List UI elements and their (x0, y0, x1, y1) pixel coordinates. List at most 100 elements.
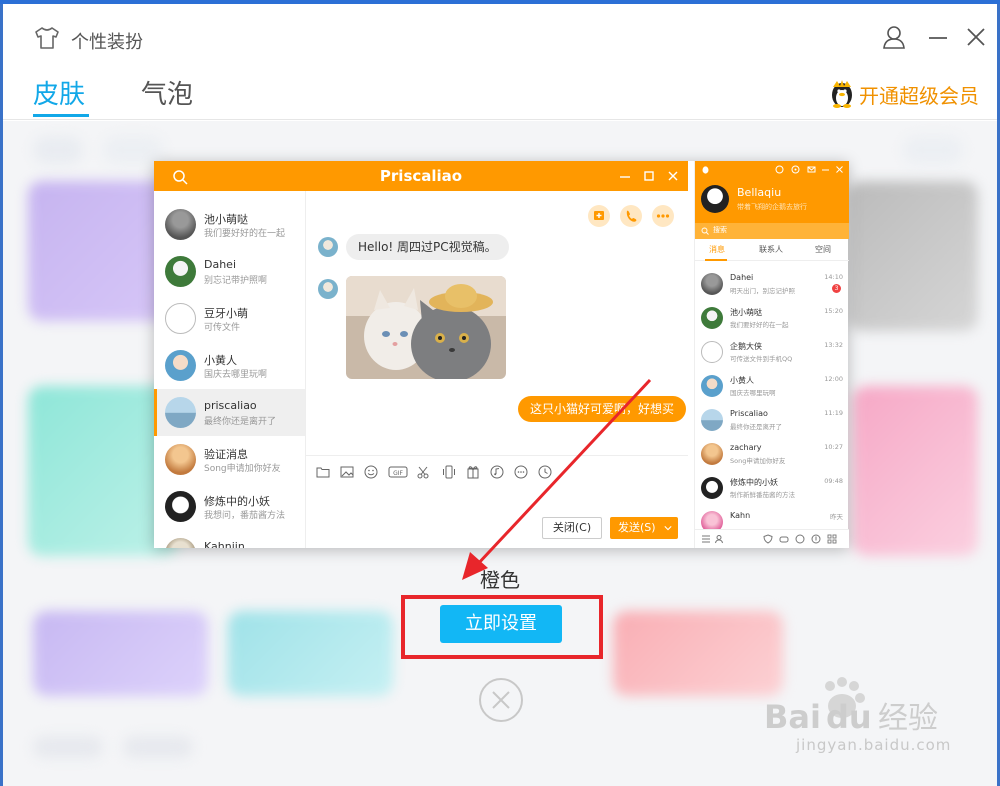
send-button[interactable]: 发送(S) (610, 517, 678, 539)
active-tab-underline (33, 114, 89, 117)
contact-item[interactable]: 验证消息 Song申请加你好友 (154, 436, 305, 483)
skin-thumb (903, 136, 963, 164)
more-icon[interactable] (652, 205, 674, 227)
game-icon[interactable] (779, 534, 789, 544)
qq-main-panel-preview: Bellaqiu 带着飞翔的企鹅去旅行 搜索 消息 联系人 空间 Dahei 明… (694, 161, 849, 548)
watermark-url: jingyan.baidu.com (796, 736, 952, 754)
skin-thumb (103, 136, 163, 164)
tab-space[interactable]: 空间 (815, 244, 831, 255)
contact-item[interactable]: 修炼中的小妖 我想问，番茄酱方法 (154, 483, 305, 530)
user-signature[interactable]: 带着飞翔的企鹅去旅行 (737, 202, 807, 212)
close-preview-icon[interactable] (478, 677, 524, 723)
avatar (165, 538, 196, 548)
menu-icon[interactable] (701, 534, 711, 544)
contact-preview: Song申请加你好友 (204, 464, 281, 474)
contact-item-selected[interactable]: priscaliao 最终你还是离开了 (154, 389, 305, 436)
contact-preview: 我们要好好的在一起 (204, 229, 286, 239)
palette-icon[interactable] (791, 165, 800, 174)
qq-penguin-icon (832, 80, 852, 108)
chat-time: 12:00 (824, 375, 843, 383)
panel-search-bar[interactable]: 搜索 (695, 223, 849, 239)
gift-icon[interactable] (466, 465, 480, 479)
panel-footer (695, 529, 849, 548)
chat-time: 15:20 (824, 307, 843, 315)
chat-preview: 我们要好好的在一起 (730, 321, 789, 329)
minimize-icon[interactable] (618, 169, 632, 183)
music-icon[interactable] (490, 465, 504, 479)
folder-icon[interactable] (316, 465, 330, 479)
more-icon[interactable] (514, 465, 528, 479)
shield-icon[interactable] (763, 534, 773, 544)
close-icon[interactable] (835, 165, 844, 174)
skin-thumb (33, 736, 103, 758)
chat-name: zachary (730, 443, 762, 452)
panel-tabs: 消息 联系人 空间 (695, 239, 849, 261)
tab-messages[interactable]: 消息 (709, 244, 725, 255)
avatar (701, 341, 723, 363)
vip-link[interactable]: 开通超级会员 (829, 76, 979, 112)
close-chat-button[interactable]: 关闭(C) (542, 517, 602, 539)
mail-icon[interactable] (807, 165, 816, 174)
contact-preview: 最终你还是离开了 (204, 417, 277, 427)
chat-name: 企鹅大侠 (730, 342, 762, 351)
music-icon[interactable] (795, 534, 805, 544)
maximize-icon[interactable] (642, 169, 656, 183)
list-item[interactable]: zachary Song申请加你好友 10:27 (695, 437, 849, 471)
close-icon[interactable] (963, 24, 989, 50)
contact-item[interactable]: Kahnjin (154, 530, 305, 548)
list-item[interactable]: Dahei 明天出门，别忘记护照 14:10 3 (695, 267, 849, 301)
list-item[interactable]: Priscaliao 最终你还是离开了 11:19 (695, 403, 849, 437)
scissors-icon[interactable] (416, 465, 430, 479)
list-item[interactable]: 池小萌哒 我们要好好的在一起 15:20 (695, 301, 849, 335)
panel-header: Bellaqiu 带着飞翔的企鹅去旅行 (695, 161, 849, 223)
contact-list: 池小萌哒 我们要好好的在一起 Dahei 别忘记带护照啊 豆牙小萌 可传文件 小… (154, 191, 306, 548)
vibrate-icon[interactable] (442, 465, 456, 479)
minimize-icon[interactable] (925, 24, 951, 50)
phone-icon[interactable] (620, 205, 642, 227)
avatar (165, 491, 196, 522)
contact-item[interactable]: 池小萌哒 我们要好好的在一起 (154, 201, 305, 248)
contact-item[interactable]: Dahei 别忘记带护照啊 (154, 248, 305, 295)
skin-icon[interactable] (775, 165, 784, 174)
avatar (165, 209, 196, 240)
list-item[interactable]: 小黄人 国庆去哪里玩啊 12:00 (695, 369, 849, 403)
minimize-icon[interactable] (821, 165, 830, 174)
user-icon[interactable] (881, 24, 907, 50)
avatar (165, 444, 196, 475)
avatar (165, 256, 196, 287)
apply-skin-button[interactable]: 立即设置 (440, 605, 562, 643)
close-icon[interactable] (666, 169, 680, 183)
download-icon[interactable] (811, 534, 821, 544)
cat-photo[interactable] (346, 276, 506, 379)
chat-time: 14:10 (824, 273, 843, 281)
apps-icon[interactable] (827, 534, 837, 544)
baidu-watermark: Bai du 经验 jingyan.baidu.com (760, 676, 980, 766)
gif-icon[interactable]: GIF (388, 465, 408, 479)
search-icon (701, 227, 709, 235)
avatar (165, 350, 196, 381)
clock-icon[interactable] (538, 465, 552, 479)
add-friend-icon[interactable] (715, 534, 725, 544)
avatar[interactable] (701, 185, 729, 213)
add-chat-icon[interactable] (588, 205, 610, 227)
skin-name: 橙色 (480, 568, 520, 592)
contact-item[interactable]: 豆牙小萌 可传文件 (154, 295, 305, 342)
tab-contacts[interactable]: 联系人 (759, 244, 783, 255)
contact-item[interactable]: 小黄人 国庆去哪里玩啊 (154, 342, 305, 389)
contact-name: 小黄人 (204, 354, 237, 367)
chat-name: 小黄人 (730, 376, 754, 385)
skin-thumb (848, 181, 978, 331)
list-item[interactable]: Kahn 昨天 (695, 505, 849, 529)
chat-preview: 国庆去哪里玩啊 (730, 389, 776, 397)
contact-name: 豆牙小萌 (204, 307, 248, 320)
recent-chat-list: Dahei 明天出门，别忘记护照 14:10 3 池小萌哒 我们要好好的在一起 … (695, 261, 849, 529)
list-item[interactable]: 修炼中的小妖 制作新鲜番茄酱的方法 09:48 (695, 471, 849, 505)
list-item[interactable]: 企鹅大侠 可传送文件到手机QQ 13:32 (695, 335, 849, 369)
chat-title: Priscaliao (379, 167, 463, 185)
unread-badge: 3 (832, 284, 841, 293)
tab-skin[interactable]: 皮肤 (33, 74, 85, 111)
image-icon[interactable] (340, 465, 354, 479)
contact-preview: 可传文件 (204, 323, 241, 333)
emoji-icon[interactable] (364, 465, 378, 479)
tab-bubble[interactable]: 气泡 (141, 74, 193, 111)
